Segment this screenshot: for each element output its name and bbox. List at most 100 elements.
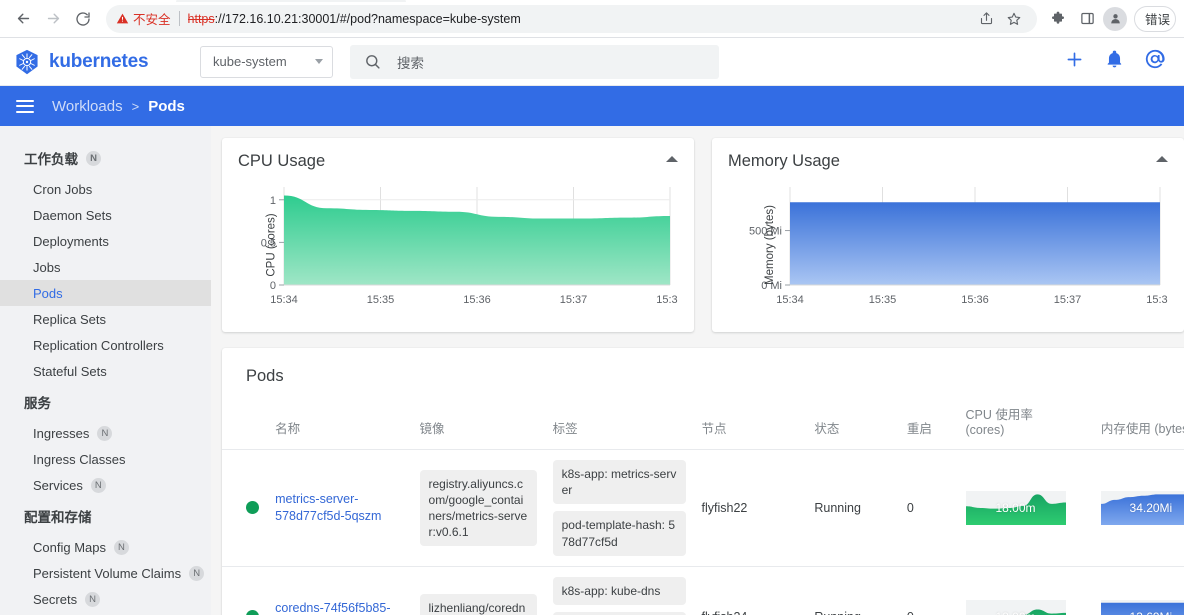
pod-node-cell: flyfish24 bbox=[693, 566, 807, 615]
memory-usage-chart: Memory (bytes) 15:34 15:35 15:36 15:37 15:38… bbox=[728, 179, 1174, 311]
pod-restarts-cell: 0 bbox=[898, 449, 958, 567]
sidebar-item-ingress-classes[interactable]: Ingress Classes bbox=[0, 446, 211, 472]
profile-avatar[interactable] bbox=[1103, 6, 1127, 31]
pods-table-header-row: 名称 镜像 标签 节点 状态 重启 CPU 使用率 (cores) 内存使用 (… bbox=[222, 398, 1184, 450]
cpu-usage-title: CPU Usage bbox=[238, 152, 326, 170]
url-text: https://172.16.10.21:30001/#/pod?namespa… bbox=[188, 12, 521, 26]
kubernetes-logo[interactable]: kubernetes bbox=[14, 49, 200, 75]
sidebar-item-daemon-sets[interactable]: Daemon Sets bbox=[0, 202, 211, 228]
back-icon[interactable] bbox=[8, 4, 38, 34]
pod-name-link[interactable]: metrics-server-578d77cf5d-5qszm bbox=[275, 492, 381, 523]
sidebar-group-title: 工作负载 N bbox=[0, 140, 211, 176]
sidebar-item-replication-controllers[interactable]: Replication Controllers bbox=[0, 332, 211, 358]
svg-text:15:38: 15:38 bbox=[1146, 294, 1168, 306]
search-input[interactable]: 搜索 bbox=[350, 44, 719, 79]
sidebar-item-label: Services bbox=[33, 477, 83, 493]
sidebar-item-label: Ingresses bbox=[33, 425, 90, 441]
charts-row: CPU Usage CPU (cores) 15:34 15:35 15:36 15:… bbox=[211, 138, 1184, 332]
reload-icon[interactable] bbox=[68, 4, 98, 34]
table-row[interactable]: metrics-server-578d77cf5d-5qszm registry.… bbox=[222, 449, 1184, 567]
th-status[interactable]: 状态 bbox=[806, 398, 899, 450]
namespace-badge: N bbox=[85, 591, 101, 607]
namespace-badge: N bbox=[86, 150, 101, 166]
bookmark-star-icon[interactable] bbox=[1001, 6, 1027, 32]
address-bar[interactable]: 不安全 https://172.16.10.21:30001/#/pod?nam… bbox=[106, 4, 1037, 33]
memory-usage-title: Memory Usage bbox=[728, 152, 840, 170]
namespace-badge: N bbox=[97, 425, 113, 441]
omnibox-divider bbox=[178, 11, 180, 26]
status-dot-cell bbox=[222, 449, 268, 567]
pod-name-cell: metrics-server-578d77cf5d-5qszm bbox=[267, 449, 412, 567]
header-actions bbox=[1064, 48, 1170, 75]
pod-status-cell: Running bbox=[806, 566, 899, 615]
pods-card-header: Pods bbox=[222, 348, 1184, 398]
th-image[interactable]: 镜像 bbox=[411, 398, 545, 450]
sidebar-item-config-maps[interactable]: Config Maps N bbox=[0, 534, 211, 560]
sidebar-item-deployments[interactable]: Deployments bbox=[0, 228, 211, 254]
sidebar-item-services[interactable]: Services N bbox=[0, 472, 211, 498]
account-icon[interactable] bbox=[1144, 48, 1166, 75]
cpu-usage-value: 12.00m bbox=[966, 600, 1066, 615]
notifications-bell-icon[interactable] bbox=[1105, 50, 1124, 74]
collapse-icon[interactable] bbox=[666, 156, 678, 162]
pod-node-cell-value: flyfish24 bbox=[702, 610, 748, 615]
svg-text:1: 1 bbox=[270, 195, 276, 207]
share-icon[interactable] bbox=[973, 6, 999, 32]
pod-node-cell-value: flyfish22 bbox=[701, 500, 748, 515]
pod-restarts-cell-value: 0 bbox=[906, 500, 914, 515]
status-badge bbox=[246, 501, 259, 515]
search-placeholder: 搜索 bbox=[397, 55, 424, 71]
sidebar-item-pods[interactable]: Pods bbox=[0, 280, 211, 306]
breadcrumb-separator-icon: > bbox=[131, 98, 140, 114]
pod-cpu-cell: 18.00m bbox=[957, 449, 1093, 567]
sidebar-item-label: Ingress Classes bbox=[33, 451, 126, 467]
sidebar-item-stateful-sets[interactable]: Stateful Sets bbox=[0, 358, 211, 384]
sidebar-item-jobs[interactable]: Jobs bbox=[0, 254, 211, 280]
svg-text:15:34: 15:34 bbox=[776, 294, 804, 306]
breadcrumb: Workloads > Pods bbox=[52, 98, 185, 115]
url-scheme: https bbox=[187, 11, 215, 26]
pod-status-cell: Running bbox=[806, 449, 899, 567]
th-node[interactable]: 节点 bbox=[693, 398, 807, 450]
menu-hamburger-icon[interactable] bbox=[16, 99, 34, 113]
sidebar-item-secrets[interactable]: Secrets N bbox=[0, 586, 211, 612]
pod-name-link[interactable]: coredns-74f56f5b85-tgdv6 bbox=[275, 601, 390, 615]
page-body: 工作负载 N Cron Jobs Daemon Sets Deployments Jobs… bbox=[0, 126, 1184, 615]
extensions-puzzle-icon[interactable] bbox=[1045, 6, 1071, 32]
pod-memory-cell: 13.69Mi bbox=[1092, 566, 1184, 615]
sidebar-item-cron-jobs[interactable]: Cron Jobs bbox=[0, 176, 211, 202]
svg-text:15:36: 15:36 bbox=[961, 294, 989, 306]
error-pill-button[interactable]: 错误 bbox=[1134, 5, 1176, 32]
sidebar: 工作负载 N Cron Jobs Daemon Sets Deployments Jobs… bbox=[0, 126, 211, 615]
sidebar-item-label: Replica Sets bbox=[33, 311, 106, 327]
sidebar-item-replica-sets[interactable]: Replica Sets bbox=[0, 306, 211, 332]
sidebar-item-label: Persistent Volume Claims bbox=[33, 565, 182, 581]
forward-icon[interactable] bbox=[38, 4, 68, 34]
th-cpu-usage[interactable]: CPU 使用率 (cores) bbox=[957, 398, 1093, 450]
sidebar-item-ingresses[interactable]: Ingresses N bbox=[0, 420, 211, 446]
breadcrumb-bar: Workloads > Pods bbox=[0, 86, 1184, 126]
collapse-icon[interactable] bbox=[1156, 156, 1168, 162]
namespace-select[interactable]: kube-system bbox=[200, 45, 333, 78]
breadcrumb-current: Pods bbox=[148, 97, 185, 115]
side-panel-icon[interactable] bbox=[1074, 6, 1100, 32]
sidebar-item-label: Daemon Sets bbox=[33, 207, 112, 223]
add-resource-icon[interactable] bbox=[1064, 49, 1085, 75]
th-name[interactable]: 名称 bbox=[267, 398, 412, 450]
security-warning[interactable]: 不安全 bbox=[116, 9, 171, 28]
sidebar-group-label: 服务 bbox=[24, 396, 51, 411]
th-memory-usage[interactable]: 内存使用 (bytes) bbox=[1092, 398, 1184, 450]
warning-triangle-icon bbox=[116, 13, 129, 24]
svg-text:0: 0 bbox=[270, 280, 276, 292]
memory-y-axis-label: Memory (bytes) bbox=[763, 205, 776, 285]
pod-labels-cell: k8s-app: metrics-server pod-template-hash… bbox=[544, 449, 694, 567]
th-restarts[interactable]: 重启 bbox=[898, 398, 958, 450]
breadcrumb-parent[interactable]: Workloads bbox=[52, 98, 123, 115]
browser-tab-stub[interactable] bbox=[176, 0, 406, 2]
namespace-badge: N bbox=[113, 539, 129, 555]
pod-image-cell: registry.aliyuncs.com/google_containers/… bbox=[411, 449, 545, 567]
th-labels[interactable]: 标签 bbox=[544, 398, 694, 450]
table-row[interactable]: coredns-74f56f5b85-tgdv6 lizhenliang/core… bbox=[222, 566, 1184, 615]
sidebar-item-persistent-volume-claims[interactable]: Persistent Volume Claims N bbox=[0, 560, 211, 586]
main-content: CPU Usage CPU (cores) 15:34 15:35 15:36 15:… bbox=[211, 126, 1184, 615]
